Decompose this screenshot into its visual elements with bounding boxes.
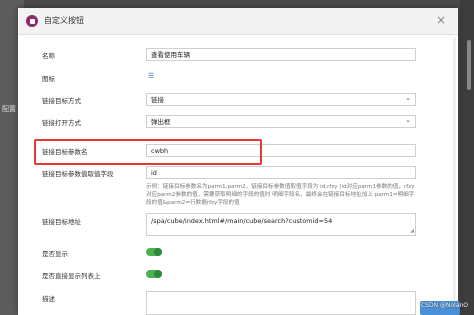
show-toggle[interactable] [146, 248, 162, 256]
dialog-title: 自定义按钮 [44, 16, 84, 25]
link-open-value: 弹出框 [151, 118, 171, 126]
dialog-header: 自定义按钮 × [18, 8, 458, 35]
show-in-list-label: 是否直接显示列表上 [42, 272, 101, 280]
link-url-label: 链接目标地址 [42, 218, 81, 226]
background-scroll-area [460, 0, 474, 315]
link-target-label: 链接目标方式 [42, 97, 81, 105]
param-field-hint: 示例：链接目标参数名为parm1,parm2，链接目标参数值取值字段为 id,r… [146, 184, 415, 206]
toggle-knob [154, 270, 162, 278]
link-url-value: /spa/cube/index.html#/main/cube/search?c… [151, 217, 333, 225]
custom-button-dialog: 自定义按钮 × 名称 查看使用车辆 图标 ☰ 链接目标方式 链接 链接打开方式 … [18, 8, 458, 315]
show-label: 是否显示 [42, 250, 68, 258]
link-target-select[interactable]: 链接 [146, 92, 416, 106]
close-icon[interactable]: × [436, 13, 446, 27]
param-field-input[interactable]: id [146, 166, 416, 179]
link-open-select[interactable]: 弹出框 [146, 114, 416, 128]
background-sidebar-label: 配置 [2, 105, 16, 113]
name-input[interactable]: 查看使用车辆 [146, 48, 416, 61]
toggle-knob [154, 248, 162, 256]
resize-grip-icon[interactable]: ◢ [410, 228, 414, 234]
name-label: 名称 [42, 52, 55, 60]
icon-label: 图标 [42, 75, 55, 83]
show-in-list-toggle[interactable] [146, 270, 162, 278]
link-url-textarea[interactable]: /spa/cube/index.html#/main/cube/search?c… [146, 213, 416, 236]
background-scrollbar[interactable] [467, 40, 471, 90]
app-logo-icon [26, 15, 38, 27]
link-open-label: 链接打开方式 [42, 119, 81, 127]
description-textarea[interactable] [146, 291, 416, 315]
highlight-box [34, 139, 262, 165]
param-field-label: 链接目标参数值取值字段 [42, 170, 114, 178]
watermark: CSDN @NolanO [420, 302, 468, 309]
list-icon[interactable]: ☰ [148, 72, 154, 80]
dialog-scrollbar[interactable] [453, 38, 456, 308]
description-label: 描述 [42, 295, 55, 303]
link-target-value: 链接 [151, 96, 164, 104]
